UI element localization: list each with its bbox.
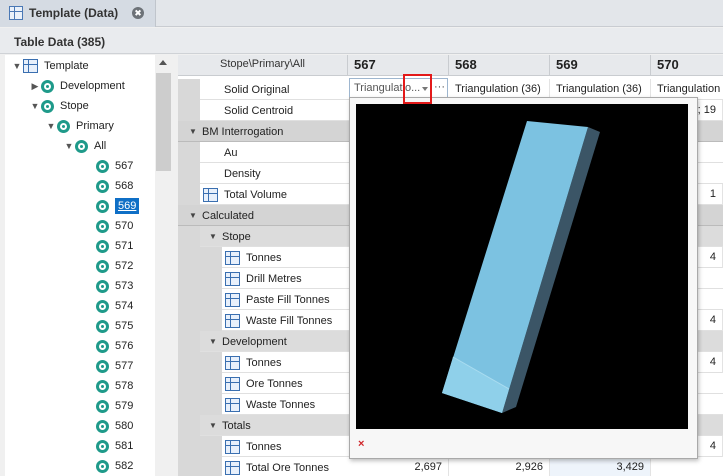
dropdown-highlight-box bbox=[403, 74, 432, 104]
calculated-field-icon bbox=[203, 187, 218, 202]
chevron-down-icon[interactable]: ▼ bbox=[63, 141, 75, 151]
tree-item-572[interactable]: 572 bbox=[96, 256, 133, 276]
node-icon bbox=[96, 239, 109, 253]
node-icon bbox=[96, 399, 109, 413]
cell-total-ore-568[interactable]: 2,926 bbox=[449, 457, 550, 476]
calculated-field-icon bbox=[225, 271, 240, 286]
node-icon bbox=[96, 219, 109, 233]
node-icon bbox=[96, 439, 109, 453]
calculated-field-icon bbox=[225, 313, 240, 328]
tree-scrollbar[interactable] bbox=[155, 55, 172, 476]
node-icon bbox=[96, 159, 109, 173]
node-icon bbox=[96, 419, 109, 433]
calculated-field-icon bbox=[225, 250, 240, 265]
collapse-icon[interactable]: ▼ bbox=[188, 211, 198, 220]
tree-item-570[interactable]: 570 bbox=[96, 216, 133, 236]
close-tab-icon[interactable]: ✖ bbox=[132, 7, 144, 19]
ellipsis-button[interactable]: ··· bbox=[434, 78, 445, 97]
node-icon bbox=[96, 359, 109, 373]
node-icon bbox=[96, 199, 109, 213]
table-icon bbox=[23, 59, 38, 73]
calculated-field-icon bbox=[225, 439, 240, 454]
node-icon bbox=[57, 119, 70, 133]
table-icon bbox=[9, 6, 23, 20]
scroll-up-icon[interactable] bbox=[159, 60, 167, 65]
tree-item-573[interactable]: 573 bbox=[96, 276, 133, 296]
tree-item-568[interactable]: 568 bbox=[96, 176, 133, 196]
node-icon bbox=[41, 79, 54, 93]
close-preview-icon[interactable]: × bbox=[358, 438, 364, 450]
tree-item-574[interactable]: 574 bbox=[96, 296, 133, 316]
tree-item-569[interactable]: 569 bbox=[96, 196, 140, 216]
tree-item-579[interactable]: 579 bbox=[96, 396, 133, 416]
node-icon bbox=[96, 459, 109, 473]
document-tab-bar: Template (Data) ✖ bbox=[0, 0, 723, 27]
cell-total-ore-569[interactable]: 3,429 bbox=[550, 457, 651, 476]
tree-item-575[interactable]: 575 bbox=[96, 316, 133, 336]
node-icon bbox=[41, 99, 54, 113]
tree-item-580[interactable]: 580 bbox=[96, 416, 133, 436]
tree-item-581[interactable]: 581 bbox=[96, 436, 133, 456]
tree-item-578[interactable]: 578 bbox=[96, 376, 133, 396]
column-570[interactable]: 570 bbox=[651, 55, 723, 76]
row-total-ore-tonnes: Total Ore Tonnes 2,697 2,926 3,429 bbox=[178, 457, 723, 476]
tree-node-development[interactable]: ▶ Development bbox=[29, 76, 125, 96]
tree-item-576[interactable]: 576 bbox=[96, 336, 133, 356]
collapse-icon[interactable]: ▼ bbox=[208, 421, 218, 430]
tab-template-data[interactable]: Template (Data) ✖ bbox=[0, 0, 156, 27]
column-568[interactable]: 568 bbox=[449, 55, 550, 76]
calculated-field-icon bbox=[225, 397, 240, 412]
collapse-icon[interactable]: ▼ bbox=[208, 232, 218, 241]
chevron-down-icon[interactable]: ▼ bbox=[11, 61, 23, 71]
template-tree: ▼ Template ▶ Development ▼ Stope ▼ Prima… bbox=[5, 55, 172, 476]
triangulation-preview-popup: × bbox=[349, 97, 698, 459]
calculated-field-icon bbox=[225, 376, 240, 391]
tree-item-577[interactable]: 577 bbox=[96, 356, 133, 376]
panel-title-bar: Table Data (385) bbox=[0, 28, 723, 54]
node-icon bbox=[96, 259, 109, 273]
chevron-down-icon[interactable]: ▼ bbox=[29, 101, 41, 111]
calculated-field-icon bbox=[225, 292, 240, 307]
tree-node-template[interactable]: ▼ Template bbox=[11, 56, 89, 76]
tree-item-582[interactable]: 582 bbox=[96, 456, 133, 476]
panel-title: Table Data (385) bbox=[14, 35, 106, 49]
chevron-down-icon[interactable]: ▼ bbox=[45, 121, 57, 131]
column-header: Stope\Primary\All 567 568 569 570 bbox=[178, 55, 723, 76]
column-567[interactable]: 567 bbox=[348, 55, 449, 76]
calculated-field-icon bbox=[225, 355, 240, 370]
tab-title: Template (Data) bbox=[29, 6, 119, 20]
tree-node-primary[interactable]: ▼ Primary bbox=[45, 116, 114, 136]
calculated-field-icon bbox=[225, 460, 240, 475]
node-icon bbox=[96, 299, 109, 313]
cell-total-ore-567[interactable]: 2,697 bbox=[348, 457, 449, 476]
node-icon bbox=[96, 179, 109, 193]
tree-node-stope[interactable]: ▼ Stope bbox=[29, 96, 89, 116]
3d-viewport[interactable] bbox=[356, 104, 688, 429]
node-icon bbox=[96, 339, 109, 353]
node-icon bbox=[96, 319, 109, 333]
node-icon bbox=[75, 139, 88, 153]
scroll-thumb[interactable] bbox=[156, 73, 171, 171]
node-icon bbox=[96, 379, 109, 393]
column-569[interactable]: 569 bbox=[550, 55, 651, 76]
chevron-right-icon[interactable]: ▶ bbox=[29, 81, 41, 92]
path-header: Stope\Primary\All bbox=[178, 55, 348, 76]
tree-node-all[interactable]: ▼ All bbox=[63, 136, 106, 156]
solid-3d-render bbox=[442, 121, 600, 413]
tree-item-567[interactable]: 567 bbox=[96, 156, 133, 176]
collapse-icon[interactable]: ▼ bbox=[188, 127, 198, 136]
node-icon bbox=[96, 279, 109, 293]
tree-item-571[interactable]: 571 bbox=[96, 236, 133, 256]
solid-original-dropdown[interactable]: Triangulatio... ··· bbox=[349, 78, 448, 99]
collapse-icon[interactable]: ▼ bbox=[208, 337, 218, 346]
